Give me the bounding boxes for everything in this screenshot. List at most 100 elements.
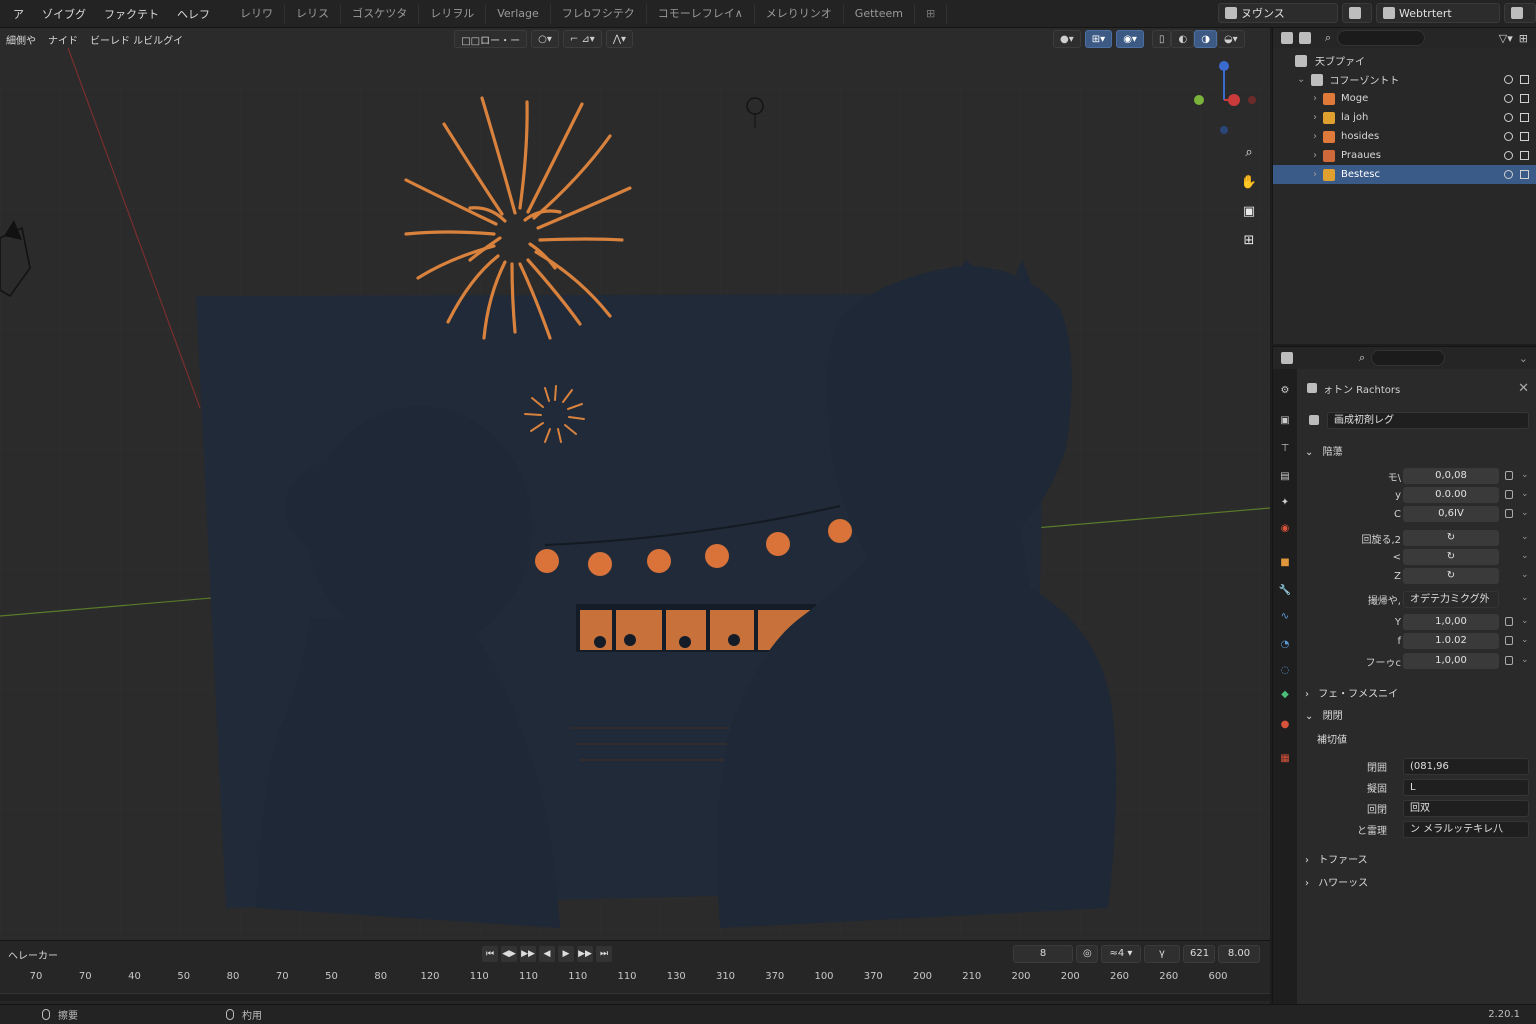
viewport-menu-select[interactable]: ナイド <box>42 32 84 47</box>
expand-chevron-icon[interactable]: › <box>1313 150 1317 161</box>
keyset-field[interactable]: γ <box>1144 945 1180 963</box>
collection-dropdown[interactable]: ン メラルッテキレ八 <box>1403 820 1529 838</box>
pan-icon[interactable]: ✋ <box>1238 171 1260 193</box>
tab-workspace-9[interactable]: Getteem <box>844 3 915 24</box>
filter-icon[interactable]: ▽▾ <box>1499 32 1513 45</box>
outliner-search-input[interactable] <box>1337 30 1426 46</box>
3d-viewport[interactable]: 細側や ナイド ビーレド ルビルグイ □□ロー・ー ○▾ ⌐ ⊿▾ ⋀▾ ●▾ … <box>0 28 1270 940</box>
perspective-icon[interactable]: ⊞ <box>1238 229 1260 251</box>
datablock-dropdown[interactable]: 画成初剤レグ <box>1327 411 1529 429</box>
scene-add-button[interactable] <box>1342 3 1372 23</box>
scene-selector[interactable]: ヌヴンス <box>1218 3 1338 23</box>
outliner-object-row[interactable]: › hosides <box>1273 127 1536 146</box>
dropdown-chevron-icon[interactable]: ⌄ <box>1521 593 1529 603</box>
keyframe-chevron-icon[interactable]: ⌄ <box>1521 655 1529 665</box>
location-y-field[interactable]: 0.0.00 <box>1403 487 1499 503</box>
render-toggle-icon[interactable] <box>1520 132 1529 141</box>
tab-workspace-6[interactable]: フレbフシテク <box>551 3 647 24</box>
expand-chevron-icon[interactable]: › <box>1313 112 1317 123</box>
scale-z-field[interactable]: 1,0,00 <box>1403 653 1499 669</box>
tab-workspace-7[interactable]: コモーレフレイ∧ <box>647 3 755 24</box>
keying-icon[interactable]: ◎ <box>1076 945 1098 963</box>
shading-material-button[interactable]: ◑ <box>1194 30 1217 48</box>
expand-chevron-icon[interactable]: › <box>1313 93 1317 104</box>
visibility-eye-icon[interactable] <box>1504 132 1513 141</box>
rotation-mode-dropdown[interactable]: オデテ力ミクグ外 <box>1403 590 1499 608</box>
play-back-icon[interactable]: ◀ <box>539 946 555 962</box>
constraints-tab-icon[interactable]: ◌ <box>1277 663 1293 679</box>
visibility-eye-icon[interactable] <box>1504 151 1513 160</box>
gizmo-toggle[interactable]: ⊞▾ <box>1084 30 1113 48</box>
render-toggle-icon[interactable] <box>1520 75 1529 84</box>
add-collection-icon[interactable]: ⊞ <box>1519 32 1528 45</box>
prev-keyframe-icon[interactable]: ◀▶ <box>501 946 517 962</box>
physics-tab-icon[interactable]: ◔ <box>1277 637 1293 653</box>
snap-toggle[interactable]: ⌐ ⊿▾ <box>562 30 602 48</box>
modifier-tab-icon[interactable]: 🔧 <box>1277 583 1293 599</box>
frame-ruler[interactable]: 70 70 40 50 80 70 50 80 120 110 110 110 110 130 310 370… <box>0 967 1270 987</box>
lock-icon[interactable] <box>1505 490 1513 499</box>
outliner-collection-row[interactable]: ⌄ コフーゾントト <box>1273 70 1536 89</box>
texture-tab-icon[interactable]: ▦ <box>1277 751 1293 767</box>
render-toggle-icon[interactable] <box>1520 151 1529 160</box>
output-tab-icon[interactable]: ⊤ <box>1277 441 1293 457</box>
zoom-icon[interactable]: ⌕ <box>1238 141 1260 163</box>
end-frame-field[interactable]: ≈4 ▾ <box>1101 945 1141 963</box>
viewport-menu-object[interactable]: ビーレド ルビルグイ <box>84 32 189 47</box>
instancing-section-header[interactable]: › ハワーッス <box>1305 874 1368 889</box>
outliner-scene-row[interactable]: 天ブプァイ <box>1273 51 1536 70</box>
transform-orientation-dropdown[interactable]: □□ロー・ー <box>454 30 528 48</box>
relations-section-header[interactable]: ⌄ 閉閉 <box>1305 707 1343 722</box>
view-layer-selector[interactable]: Webtrtert <box>1376 3 1500 23</box>
viewport-menu-view[interactable]: 細側や <box>0 32 42 47</box>
editor-type-icon[interactable] <box>1281 352 1293 364</box>
pivot-dropdown[interactable]: ○▾ <box>531 30 559 48</box>
keyframe-chevron-icon[interactable]: ⌄ <box>1521 508 1529 518</box>
gizmo-x-icon[interactable] <box>1228 94 1240 106</box>
lock-icon[interactable] <box>1505 617 1513 626</box>
filter-scene-icon[interactable] <box>1299 32 1311 44</box>
gizmo-z-icon[interactable] <box>1219 61 1229 71</box>
material-tab-icon[interactable]: ● <box>1277 717 1293 733</box>
tool-tab-icon[interactable]: ⚙ <box>1277 383 1293 399</box>
lock-icon[interactable] <box>1505 509 1513 518</box>
render-toggle-icon[interactable] <box>1520 113 1529 122</box>
scale-x-field[interactable]: 1,0,00 <box>1403 614 1499 630</box>
tab-workspace-1[interactable]: レリワ <box>229 3 285 24</box>
proportional-edit-toggle[interactable]: ⋀▾ <box>605 30 634 48</box>
outliner-object-row[interactable]: › la joh <box>1273 108 1536 127</box>
menu-file[interactable]: ア <box>4 6 33 22</box>
shading-wireframe-button[interactable]: ▯ <box>1151 30 1172 48</box>
navigation-gizmo[interactable] <box>1190 58 1260 138</box>
menu-edit[interactable]: ゾイブグ <box>33 6 95 22</box>
menu-help[interactable]: ヘレフ <box>168 6 219 22</box>
timeline-menu[interactable]: ヘレーカー <box>8 947 58 962</box>
expand-chevron-icon[interactable]: › <box>1313 169 1317 180</box>
pass-index-dropdown[interactable]: 回双 <box>1403 799 1529 817</box>
timeline-scrollbar[interactable] <box>0 993 1270 1001</box>
view-layer-tab-icon[interactable]: ▤ <box>1277 469 1293 485</box>
collections-section-header[interactable]: › トファース <box>1305 851 1368 866</box>
rotation-x-field[interactable]: ↻ <box>1403 530 1499 546</box>
jump-start-icon[interactable]: ⏮ <box>482 946 498 962</box>
location-z-field[interactable]: 0,6IV <box>1403 506 1499 522</box>
tab-workspace-8[interactable]: メレりリンオ <box>755 3 844 24</box>
visibility-eye-icon[interactable] <box>1504 94 1513 103</box>
fps-field[interactable]: 8.00 <box>1218 945 1260 963</box>
menu-render[interactable]: ファクテト <box>95 6 168 22</box>
parent-type-dropdown[interactable]: L <box>1403 778 1529 796</box>
outliner-object-row[interactable]: › Praaues <box>1273 146 1536 165</box>
shading-rendered-button[interactable]: ◒▾ <box>1216 30 1245 48</box>
lock-icon[interactable] <box>1505 656 1513 665</box>
expand-chevron-icon[interactable]: ⌄ <box>1297 74 1305 85</box>
tab-workspace-3[interactable]: ゴスケツタ <box>341 3 420 24</box>
visibility-dropdown[interactable]: ●▾ <box>1053 30 1081 48</box>
visibility-eye-icon[interactable] <box>1504 113 1513 122</box>
view-layer-add-button[interactable] <box>1504 3 1536 23</box>
tab-workspace-2[interactable]: レリス <box>285 3 341 24</box>
overlay-toggle[interactable]: ◉▾ <box>1116 30 1144 48</box>
lock-icon[interactable] <box>1505 471 1513 480</box>
outliner-object-row[interactable]: › Bestesc <box>1273 165 1536 184</box>
parent-dropdown[interactable]: (081,96 <box>1403 757 1529 775</box>
play-icon[interactable]: ▶ <box>558 946 574 962</box>
